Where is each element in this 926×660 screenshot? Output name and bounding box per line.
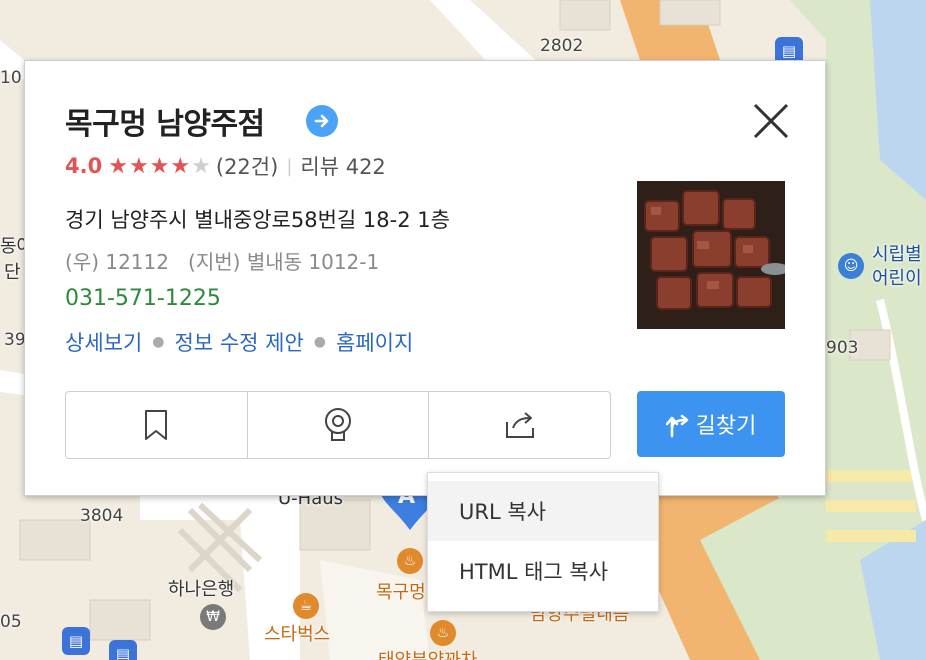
map-place-label[interactable]: 하나은행 bbox=[168, 575, 234, 601]
daycare-icon[interactable]: ☺ bbox=[838, 253, 864, 279]
share-button[interactable] bbox=[429, 392, 610, 458]
separator-dot: ● bbox=[313, 334, 326, 350]
map-place-label: 단 bbox=[4, 262, 21, 283]
road-number-label: 903 bbox=[826, 338, 859, 358]
road-number-label: 10 bbox=[0, 68, 22, 88]
homepage-link[interactable]: 홈페이지 bbox=[336, 327, 413, 357]
separator-dot: ● bbox=[152, 334, 165, 350]
star-icon: ★ bbox=[128, 153, 150, 179]
star-icon: ★ bbox=[149, 153, 171, 179]
bookmark-icon bbox=[145, 410, 168, 440]
restaurant-icon[interactable]: ♨ bbox=[397, 548, 423, 574]
directions-button[interactable]: 길찾기 bbox=[637, 391, 785, 457]
action-button-group bbox=[65, 391, 611, 459]
rating-count[interactable]: (22건) bbox=[216, 151, 278, 181]
restaurant-icon[interactable]: ♨ bbox=[430, 620, 456, 646]
close-icon[interactable] bbox=[751, 101, 791, 141]
star-icon: ★ bbox=[170, 153, 192, 179]
directions-label: 길찾기 bbox=[695, 414, 757, 439]
star-empty-icon: ★ bbox=[191, 153, 212, 179]
place-detail-arrow-icon[interactable] bbox=[306, 105, 338, 137]
postal-jibun-address: (우) 12112 (지번) 별내동 1012-1 bbox=[65, 250, 380, 274]
map-place-label[interactable]: 태양분양꽈차 bbox=[378, 646, 477, 660]
phone-number[interactable]: 031-571-1225 bbox=[65, 286, 221, 311]
share-icon bbox=[505, 412, 534, 438]
place-links: 상세보기 ● 정보 수정 제안 ● 홈페이지 bbox=[65, 327, 413, 357]
map-place-label[interactable]: 시립별 bbox=[872, 240, 922, 266]
review-count[interactable]: 리뷰 422 bbox=[300, 151, 385, 181]
place-photo[interactable] bbox=[637, 181, 785, 329]
road-number-label: 3804 bbox=[80, 506, 124, 526]
rating-stars: ★★★★★ bbox=[108, 154, 212, 179]
copy-html-tag-menu-item[interactable]: HTML 태그 복사 bbox=[428, 541, 658, 601]
bus-stop-icon[interactable]: ▤ bbox=[109, 640, 137, 660]
road-address: 경기 남양주시 별내중앙로58번길 18-2 1층 bbox=[65, 208, 450, 232]
map-place-label[interactable]: 어린이 bbox=[872, 264, 922, 290]
copy-url-menu-item[interactable]: URL 복사 bbox=[428, 481, 658, 541]
map-place-label[interactable]: 목구멍 bbox=[376, 578, 426, 604]
star-icon: ★ bbox=[108, 153, 129, 179]
cafe-icon[interactable]: ☕ bbox=[293, 593, 319, 619]
roadview-camera-icon bbox=[325, 408, 351, 441]
directions-icon bbox=[665, 414, 688, 438]
share-dropdown-menu: URL 복사 HTML 태그 복사 bbox=[427, 472, 659, 612]
rating-row: 4.0 ★★★★★ (22건) | 리뷰 422 bbox=[65, 151, 386, 181]
detail-link[interactable]: 상세보기 bbox=[65, 327, 142, 357]
roadview-button[interactable] bbox=[248, 392, 430, 458]
bank-icon[interactable]: ₩ bbox=[200, 604, 226, 630]
road-number-label: 39 bbox=[4, 330, 26, 350]
divider: | bbox=[286, 155, 293, 177]
rating-score: 4.0 bbox=[65, 154, 103, 178]
road-number-label: 2802 bbox=[540, 36, 584, 56]
suggest-edit-link[interactable]: 정보 수정 제안 bbox=[175, 327, 304, 357]
road-number-label: 05 bbox=[0, 612, 22, 632]
place-info-card: 목구멍 남양주점 4.0 ★★★★★ (22건) | 리뷰 422 경기 남양주… bbox=[24, 60, 826, 496]
save-bookmark-button[interactable] bbox=[66, 392, 248, 458]
map-place-label[interactable]: 스타벅스 bbox=[264, 620, 330, 646]
bus-stop-icon[interactable]: ▤ bbox=[62, 627, 90, 655]
place-name[interactable]: 목구멍 남양주점 bbox=[65, 99, 265, 143]
